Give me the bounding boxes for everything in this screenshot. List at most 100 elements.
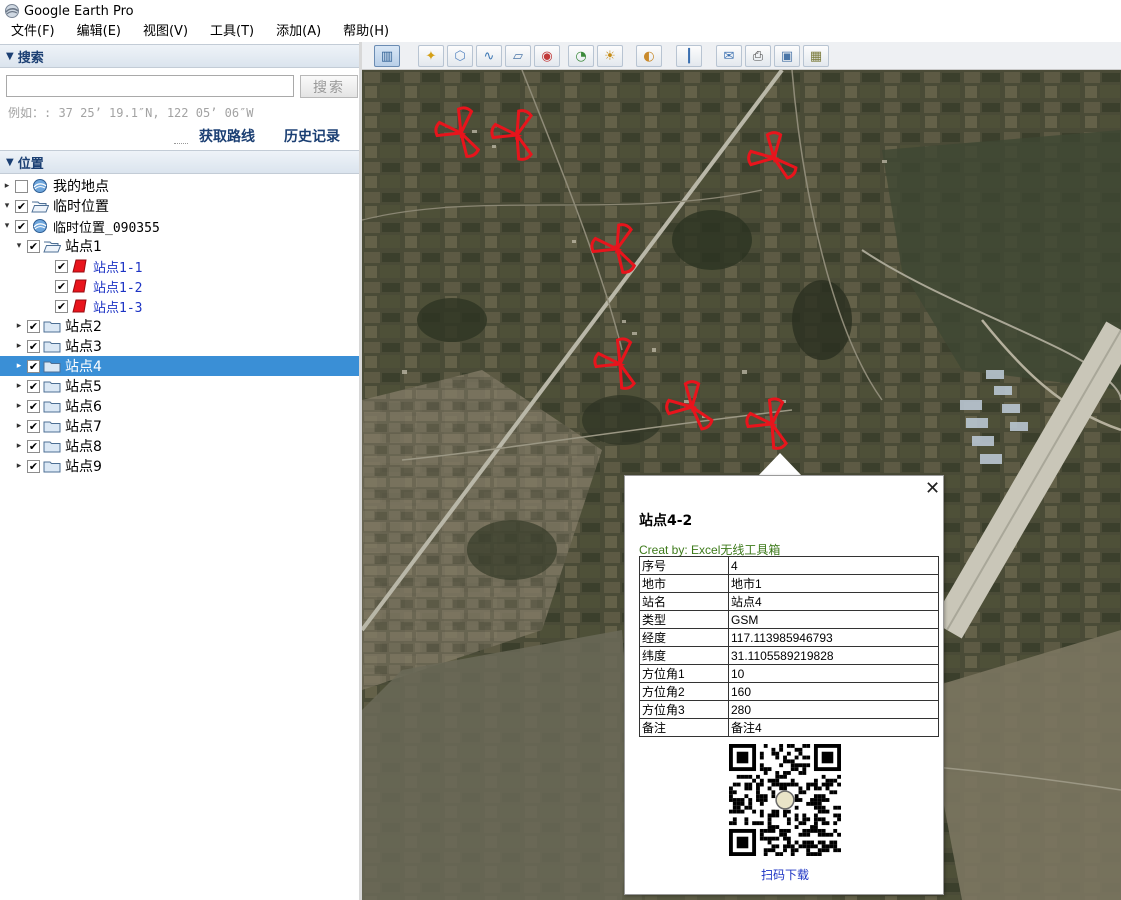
tree-item-1[interactable]: ▾ ✔ 临时位置 <box>0 196 359 216</box>
visibility-checkbox[interactable]: ✔ <box>27 359 40 373</box>
print-icon[interactable]: ⎙ <box>745 45 771 67</box>
get-directions-link[interactable]: 获取路线 <box>199 126 255 146</box>
tree-item-8[interactable]: ▸ ✔ 站点3 <box>0 336 359 356</box>
places-section-header[interactable]: ▼ 位置 <box>0 150 359 174</box>
balloon-title: 站点4-2 <box>639 513 693 529</box>
menu-item-3[interactable]: 工具(T) <box>199 22 265 42</box>
tree-item-label: 临时位置 <box>53 199 109 215</box>
window-title: Google Earth Pro <box>24 3 134 19</box>
placemark-icon[interactable]: ✦ <box>418 45 444 67</box>
close-icon[interactable]: ✕ <box>925 478 940 499</box>
tree-item-2[interactable]: ▾ ✔ 临时位置_090355 <box>0 216 359 236</box>
search-input[interactable] <box>6 75 294 97</box>
visibility-checkbox[interactable]: ✔ <box>15 199 28 213</box>
tree-item-3[interactable]: ▾ ✔ 站点1 <box>0 236 359 256</box>
visibility-checkbox[interactable]: ✔ <box>27 399 40 413</box>
tree-item-6[interactable]: ✔ 站点1-3 <box>0 296 359 316</box>
sidebar-toggle-icon[interactable]: ▥ <box>374 45 400 67</box>
path-icon[interactable]: ∿ <box>476 45 502 67</box>
historical-imagery-icon[interactable]: ◔ <box>568 45 594 67</box>
expand-arrow-icon[interactable]: ▸ <box>14 341 24 351</box>
expand-arrow-icon[interactable]: ▸ <box>14 381 24 391</box>
overlay-icon[interactable]: ▱ <box>505 45 531 67</box>
visibility-checkbox[interactable]: ✔ <box>15 219 28 233</box>
sector-polygon-icon <box>71 278 89 294</box>
collapse-arrow-icon[interactable]: ▾ <box>2 221 12 231</box>
scan-download-link[interactable]: 扫码下载 <box>625 866 945 883</box>
tree-item-14[interactable]: ▸ ✔ 站点9 <box>0 456 359 476</box>
expand-arrow-icon[interactable]: ▸ <box>14 321 24 331</box>
email-icon[interactable]: ✉ <box>716 45 742 67</box>
table-row: 方位角1 10 <box>639 664 939 683</box>
menu-item-2[interactable]: 视图(V) <box>132 22 199 42</box>
tree-item-label: 站点2 <box>65 319 102 335</box>
tree-item-label: 站点1-1 <box>93 260 143 276</box>
menu-item-1[interactable]: 编辑(E) <box>66 22 132 42</box>
expand-arrow-icon[interactable]: ▸ <box>14 361 24 371</box>
expand-arrow-icon[interactable]: ▸ <box>14 441 24 451</box>
tree-item-11[interactable]: ▸ ✔ 站点6 <box>0 396 359 416</box>
search-section-header[interactable]: ▼ 搜索 <box>0 44 359 68</box>
table-row: 方位角3 280 <box>639 700 939 719</box>
visibility-checkbox[interactable] <box>15 179 28 193</box>
expand-arrow-icon[interactable]: ▸ <box>2 181 12 191</box>
ruler-icon[interactable]: ┃ <box>676 45 702 67</box>
collapse-triangle-icon: ▼ <box>6 50 14 62</box>
cell-site-sector-marker[interactable] <box>434 106 481 158</box>
tree-item-0[interactable]: ▸ 我的地点 <box>0 176 359 196</box>
table-row: 方位角2 160 <box>639 682 939 701</box>
tree-item-label: 站点1 <box>65 239 102 255</box>
attribute-value: 10 <box>728 664 939 683</box>
tree-item-4[interactable]: ✔ 站点1-1 <box>0 256 359 276</box>
expand-arrow-icon[interactable]: ▸ <box>14 401 24 411</box>
history-link[interactable]: 历史记录 <box>284 126 340 146</box>
visibility-checkbox[interactable]: ✔ <box>27 339 40 353</box>
tree-item-13[interactable]: ▸ ✔ 站点8 <box>0 436 359 456</box>
cell-site-sector-marker[interactable] <box>745 397 788 450</box>
expand-arrow-icon[interactable]: ▸ <box>14 421 24 431</box>
cell-site-sector-marker[interactable] <box>590 223 637 274</box>
expand-arrow-icon[interactable]: ▸ <box>14 461 24 471</box>
folder-icon <box>43 438 61 454</box>
sunlight-icon[interactable]: ☀ <box>597 45 623 67</box>
visibility-checkbox[interactable]: ✔ <box>27 379 40 393</box>
tree-item-12[interactable]: ▸ ✔ 站点7 <box>0 416 359 436</box>
folder-icon <box>43 358 61 374</box>
cell-site-sector-marker[interactable] <box>490 109 533 161</box>
save-image-icon[interactable]: ▣ <box>774 45 800 67</box>
panel-resize-grip[interactable] <box>174 143 188 146</box>
search-section-title: 搜索 <box>17 50 44 66</box>
tree-item-5[interactable]: ✔ 站点1-2 <box>0 276 359 296</box>
visibility-checkbox[interactable]: ✔ <box>27 459 40 473</box>
tree-item-label: 站点9 <box>65 459 102 475</box>
visibility-checkbox[interactable]: ✔ <box>27 419 40 433</box>
visibility-checkbox[interactable]: ✔ <box>27 439 40 453</box>
polygon-icon[interactable]: ⬡ <box>447 45 473 67</box>
tree-item-label: 站点8 <box>65 439 102 455</box>
collapse-arrow-icon[interactable]: ▾ <box>2 201 12 211</box>
map-view-icon[interactable]: ▦ <box>803 45 829 67</box>
search-button[interactable]: 搜索 <box>300 75 358 98</box>
visibility-checkbox[interactable]: ✔ <box>55 259 68 273</box>
tree-item-10[interactable]: ▸ ✔ 站点5 <box>0 376 359 396</box>
folder-open-icon <box>31 198 50 214</box>
cell-site-sector-marker[interactable] <box>747 131 798 180</box>
sector-polygon-icon <box>71 258 89 274</box>
tree-item-9[interactable]: ▸ ✔ 站点4 <box>0 356 359 376</box>
visibility-checkbox[interactable]: ✔ <box>55 299 68 313</box>
planets-icon[interactable]: ◐ <box>636 45 662 67</box>
tree-item-7[interactable]: ▸ ✔ 站点2 <box>0 316 359 336</box>
cell-site-sector-marker[interactable] <box>665 380 714 431</box>
attribute-value: GSM <box>728 610 939 629</box>
cell-site-sector-marker[interactable] <box>593 337 636 390</box>
tour-record-icon[interactable]: ◉ <box>534 45 560 67</box>
menu-item-0[interactable]: 文件(F) <box>0 22 66 42</box>
menu-item-5[interactable]: 帮助(H) <box>332 22 400 42</box>
folder-icon <box>43 338 61 354</box>
menu-item-4[interactable]: 添加(A) <box>265 22 332 42</box>
visibility-checkbox[interactable]: ✔ <box>55 279 68 293</box>
visibility-checkbox[interactable]: ✔ <box>27 319 40 333</box>
collapse-arrow-icon[interactable]: ▾ <box>14 241 24 251</box>
visibility-checkbox[interactable]: ✔ <box>27 239 40 253</box>
tree-item-label: 站点7 <box>65 419 102 435</box>
